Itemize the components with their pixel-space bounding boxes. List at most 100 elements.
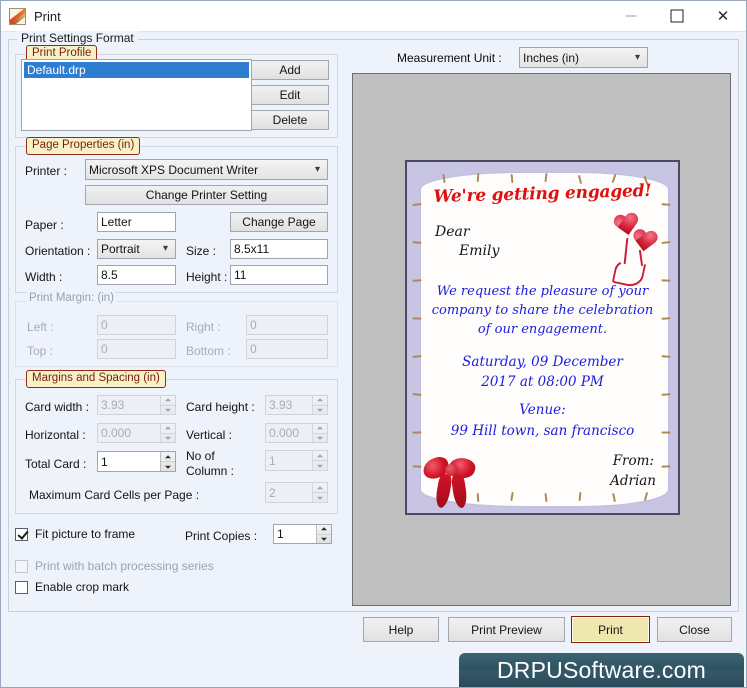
stepper-arrows[interactable] <box>160 424 175 442</box>
horizontal-stepper[interactable]: 0.000 <box>97 423 176 443</box>
card-date-line1: Saturday, 09 December <box>462 354 623 370</box>
print-batch-processing-checkbox[interactable]: Print with batch processing series <box>15 559 214 573</box>
card-recipient-text: Emily <box>459 243 500 259</box>
total-card-value: 1 <box>101 454 108 469</box>
max-cells-label: Maximum Card Cells per Page : <box>29 488 200 502</box>
printer-select[interactable]: Microsoft XPS Document Writer ▾ <box>85 159 328 180</box>
close-button[interactable]: Close <box>657 617 732 642</box>
fit-picture-to-frame-checkbox[interactable]: Fit picture to frame <box>15 527 135 541</box>
watermark-banner: DRPUSoftware.com <box>459 653 744 687</box>
enable-crop-mark-label: Enable crop mark <box>35 580 130 594</box>
card-from-label: From: <box>612 453 654 469</box>
print-batch-processing-label: Print with batch processing series <box>35 559 214 573</box>
margin-left-field[interactable]: 0 <box>97 315 176 335</box>
margin-bottom-field[interactable]: 0 <box>246 339 328 359</box>
stepper-arrows[interactable] <box>316 525 331 543</box>
stepper-up-icon[interactable] <box>161 424 175 433</box>
margin-right-field[interactable]: 0 <box>246 315 328 335</box>
stepper-arrows[interactable] <box>160 396 175 414</box>
close-icon[interactable]: ✕ <box>700 1 746 31</box>
maximize-button[interactable] <box>654 1 700 31</box>
height-label: Height : <box>186 270 228 284</box>
measurement-unit-select[interactable]: Inches (in) ▾ <box>519 47 648 68</box>
heart-balloons-icon <box>598 214 660 294</box>
margins-and-spacing-legend: Margins and Spacing (in) <box>26 370 166 388</box>
stepper-up-icon[interactable] <box>313 451 327 460</box>
print-copies-label: Print Copies : <box>185 529 258 543</box>
print-profile-list[interactable]: Default.drp <box>21 59 252 131</box>
print-preview-panel[interactable]: We're getting engaged! Dear Emily We req… <box>352 73 731 606</box>
card-request-line3: of our engagement. <box>477 322 608 337</box>
card-height-stepper[interactable]: 3.93 <box>265 395 328 415</box>
card-venue-address: 99 Hill town, san francisco <box>450 423 635 439</box>
orientation-select-value: Portrait <box>101 242 140 256</box>
checkbox-box <box>15 580 28 594</box>
stepper-down-icon[interactable] <box>161 432 175 443</box>
measurement-unit-value: Inches (in) <box>523 50 580 65</box>
stepper-up-icon[interactable] <box>313 396 327 405</box>
card-from-name: Adrian <box>610 473 656 489</box>
print-margin-legend: Print Margin: (in) <box>26 292 117 305</box>
checkbox-box <box>15 559 28 573</box>
card-date-line2: 2017 at 08:00 PM <box>481 374 604 390</box>
minimize-button[interactable] <box>608 1 654 31</box>
card-venue-label: Venue: <box>519 402 566 418</box>
height-field[interactable]: 11 <box>230 265 328 285</box>
card-request-line1: We request the pleasure of your <box>436 284 649 299</box>
stepper-up-icon[interactable] <box>313 424 327 433</box>
orientation-select[interactable]: Portrait ▾ <box>97 239 176 259</box>
max-cells-stepper[interactable]: 2 <box>265 482 328 503</box>
horizontal-value: 0.000 <box>101 426 132 440</box>
total-card-stepper[interactable]: 1 <box>97 451 176 472</box>
print-copies-value: 1 <box>277 527 284 541</box>
stepper-arrows[interactable] <box>312 396 327 414</box>
stepper-arrows[interactable] <box>312 483 327 502</box>
stepper-down-icon[interactable] <box>161 404 175 415</box>
list-item[interactable]: Default.drp <box>24 62 249 78</box>
stepper-arrows[interactable] <box>312 451 327 470</box>
stepper-down-icon[interactable] <box>313 404 327 415</box>
vertical-stepper[interactable]: 0.000 <box>265 423 328 443</box>
printer-select-value: Microsoft XPS Document Writer <box>89 162 259 177</box>
stepper-up-icon[interactable] <box>317 525 331 534</box>
add-profile-button[interactable]: Add <box>251 60 329 80</box>
margin-bottom-label: Bottom : <box>186 344 231 358</box>
edit-profile-button[interactable]: Edit <box>251 85 329 105</box>
print-button[interactable]: Print <box>571 616 650 643</box>
stepper-arrows[interactable] <box>160 452 175 471</box>
card-dear-text: Dear <box>435 224 470 240</box>
stepper-down-icon[interactable] <box>317 533 331 544</box>
no-of-column-stepper[interactable]: 1 <box>265 450 328 471</box>
change-page-button[interactable]: Change Page <box>230 212 328 232</box>
total-card-label: Total Card : <box>25 457 87 471</box>
stepper-up-icon[interactable] <box>161 396 175 405</box>
orientation-label: Orientation : <box>25 244 91 258</box>
stepper-up-icon[interactable] <box>161 452 175 461</box>
size-field[interactable]: 8.5x11 <box>230 239 328 259</box>
stepper-up-icon[interactable] <box>313 483 327 492</box>
page-properties-legend: Page Properties (in) <box>26 137 141 155</box>
card-width-stepper[interactable]: 3.93 <box>97 395 176 415</box>
stepper-down-icon[interactable] <box>313 460 327 470</box>
stepper-down-icon[interactable] <box>161 461 175 471</box>
delete-profile-button[interactable]: Delete <box>251 110 329 130</box>
margin-left-label: Left : <box>27 320 54 334</box>
paper-field[interactable]: Letter <box>97 212 176 232</box>
stepper-down-icon[interactable] <box>313 432 327 443</box>
no-of-column-label-line1: No of <box>186 449 215 463</box>
enable-crop-mark-checkbox[interactable]: Enable crop mark <box>15 580 129 594</box>
help-button[interactable]: Help <box>363 617 439 642</box>
stepper-down-icon[interactable] <box>313 492 327 502</box>
width-field[interactable]: 8.5 <box>97 265 176 285</box>
card-request-line2: company to share the celebration <box>431 303 654 318</box>
print-settings-format-legend: Print Settings Format <box>17 31 138 45</box>
card-width-value: 3.93 <box>101 398 125 412</box>
stepper-arrows[interactable] <box>312 424 327 442</box>
vertical-value: 0.000 <box>269 426 300 440</box>
margin-top-label: Top : <box>27 344 54 358</box>
change-printer-setting-button[interactable]: Change Printer Setting <box>85 185 328 205</box>
print-copies-stepper[interactable]: 1 <box>273 524 332 544</box>
card-width-label: Card width : <box>25 400 90 414</box>
print-preview-button[interactable]: Print Preview <box>448 617 565 642</box>
margin-top-field[interactable]: 0 <box>97 339 176 359</box>
